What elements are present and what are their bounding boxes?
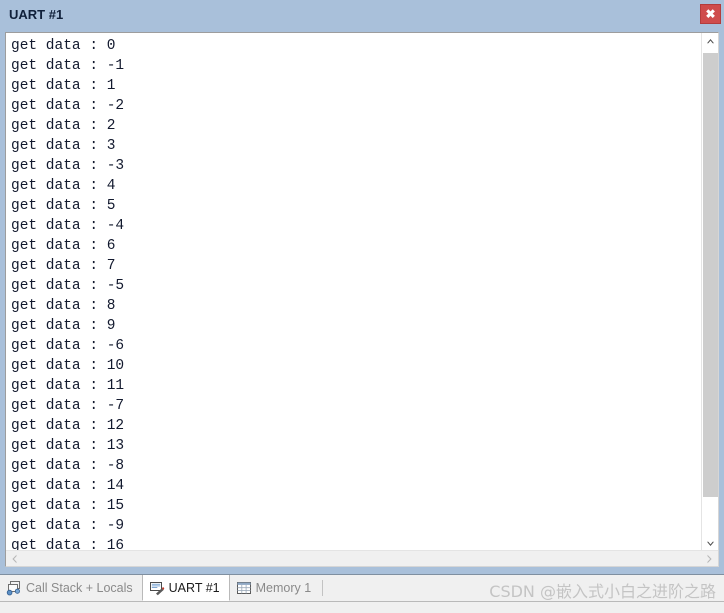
console-line: get data : 8 — [11, 298, 116, 314]
uart-icon — [149, 581, 164, 595]
horizontal-scrollbar[interactable] — [6, 550, 718, 566]
window-titlebar: UART #1 ✖ — [0, 0, 724, 30]
chevron-left-icon — [12, 554, 17, 563]
console-line: get data : 5 — [11, 198, 116, 214]
console-line: get data : 6 — [11, 238, 116, 254]
chevron-up-icon — [706, 39, 714, 44]
memory-grid-icon — [236, 582, 251, 594]
console-line: get data : 4 — [11, 178, 116, 194]
scroll-up-button[interactable] — [702, 33, 718, 50]
scroll-right-button[interactable] — [701, 551, 718, 566]
console-line: get data : 12 — [11, 418, 125, 434]
console-line: get data : -4 — [11, 218, 125, 234]
tab-call-stack-locals[interactable]: Call Stack + Locals — [0, 575, 142, 601]
console-line: get data : 14 — [11, 478, 125, 494]
tab-list: Call Stack + Locals UART #1 Memory 1 — [0, 575, 325, 601]
console-line: get data : -2 — [11, 98, 125, 114]
console-line: get data : -5 — [11, 278, 125, 294]
console-line: get data : 10 — [11, 358, 125, 374]
console-line: get data : 7 — [11, 258, 116, 274]
console-line: get data : -6 — [11, 338, 125, 354]
tab-uart-1[interactable]: UART #1 — [141, 575, 230, 601]
console-line: get data : 1 — [11, 78, 116, 94]
tab-label: UART #1 — [168, 580, 220, 595]
vertical-scrollbar-thumb[interactable] — [703, 53, 718, 497]
vertical-scrollbar[interactable] — [701, 33, 718, 552]
console-line: get data : 2 — [11, 118, 116, 134]
tab-separator — [322, 580, 324, 596]
tab-memory-1[interactable]: Memory 1 — [230, 575, 321, 601]
console-line: get data : 0 — [11, 38, 116, 54]
close-icon: ✖ — [705, 7, 716, 21]
scroll-left-button[interactable] — [6, 551, 23, 566]
console-line: get data : 3 — [11, 138, 116, 154]
bottom-tab-strip: Call Stack + Locals UART #1 Memory 1 CSDN … — [0, 574, 724, 613]
console-line: get data : -8 — [11, 458, 125, 474]
window-title: UART #1 — [9, 7, 64, 22]
tab-strip-filler — [0, 601, 724, 613]
console-output[interactable]: get data : 0 get data : -1 get data : 1 get… — [6, 33, 689, 552]
tab-label: Call Stack + Locals — [26, 581, 133, 595]
chevron-right-icon — [707, 554, 712, 563]
console-line: get data : 13 — [11, 438, 125, 454]
uart-window: UART #1 ✖ get data : 0 get data : -1 get d… — [0, 0, 724, 613]
watermark-text: CSDN @嵌入式小白之进阶之路 — [489, 582, 716, 601]
chevron-down-icon — [706, 541, 714, 546]
tab-label: Memory 1 — [255, 581, 312, 595]
console-line: get data : 9 — [11, 318, 116, 334]
console-line: get data : -3 — [11, 158, 125, 174]
close-button[interactable]: ✖ — [700, 4, 721, 24]
console-line: get data : 15 — [11, 498, 125, 514]
console-frame: get data : 0 get data : -1 get data : 1 get… — [5, 32, 719, 567]
console-line: get data : -7 — [11, 398, 125, 414]
console-line: get data : 11 — [11, 378, 125, 394]
call-stack-icon — [6, 581, 20, 596]
console-line: get data : -1 — [11, 58, 125, 74]
console-line: get data : -9 — [11, 518, 125, 534]
